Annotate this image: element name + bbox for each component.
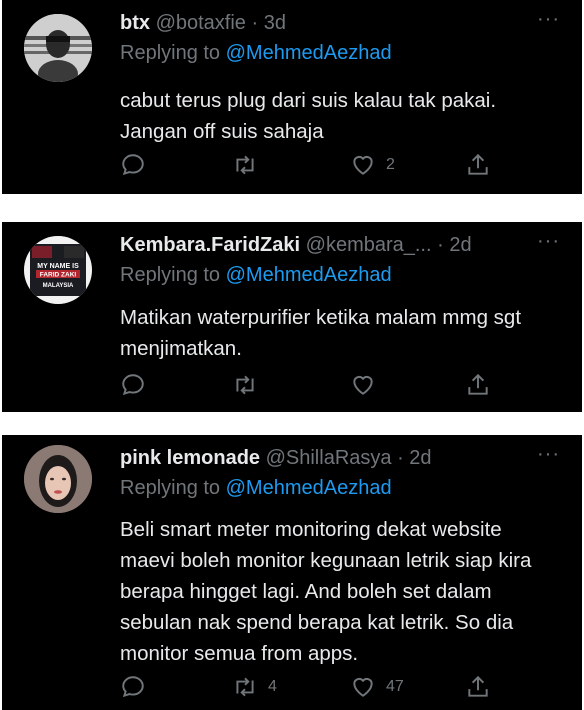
display-name[interactable]: Kembara.FaridZaki xyxy=(120,234,300,256)
tweet-card[interactable]: MY NAME IS FARID ZAKI MALAYSIA Kembara.F… xyxy=(2,222,582,412)
reply-context: Replying to @MehmedAezhad xyxy=(120,40,392,66)
tweet-header: Kembara.FaridZaki @kembara_... · 2d xyxy=(120,232,574,258)
timestamp[interactable]: · 2d xyxy=(437,234,471,256)
share-button[interactable] xyxy=(465,674,491,700)
reply-context: Replying to @MehmedAezhad xyxy=(120,262,392,288)
display-name[interactable]: pink lemonade xyxy=(120,447,260,469)
reply-prefix: Replying to xyxy=(120,264,226,286)
share-button[interactable] xyxy=(465,152,491,178)
reply-prefix: Replying to xyxy=(120,477,226,499)
reply-button[interactable] xyxy=(120,152,156,178)
tweet-actions xyxy=(120,372,562,402)
retweet-count: 4 xyxy=(268,678,277,695)
share-icon xyxy=(468,153,488,175)
like-icon xyxy=(353,155,373,175)
retweet-button[interactable]: 4 xyxy=(232,674,277,700)
tweet-card[interactable]: btx @botaxfie · 3d ··· Replying to @Mehm… xyxy=(2,0,582,194)
handle[interactable]: @kembara_... xyxy=(306,234,432,256)
avatar-text: FARID ZAKI xyxy=(40,272,77,279)
timestamp[interactable]: · 2d xyxy=(397,447,431,469)
reply-icon xyxy=(122,374,144,396)
avatar-text: MALAYSIA xyxy=(43,283,74,289)
retweet-icon xyxy=(236,677,254,697)
retweet-icon xyxy=(236,155,254,175)
share-icon xyxy=(468,675,488,697)
reply-mention[interactable]: @MehmedAezhad xyxy=(226,264,392,286)
more-icon[interactable]: ··· xyxy=(537,8,560,31)
share-button[interactable] xyxy=(465,372,491,398)
retweet-button[interactable] xyxy=(232,372,268,398)
tweet-card[interactable]: pink lemonade @ShillaRasya · 2d ··· Repl… xyxy=(2,435,582,710)
tweet-actions: 2 xyxy=(120,152,562,182)
tweet-actions: 4 47 xyxy=(120,674,562,704)
like-icon xyxy=(353,375,373,395)
more-icon[interactable]: ··· xyxy=(537,230,560,253)
timestamp[interactable]: · 3d xyxy=(251,12,285,34)
avatar-text: MY NAME IS xyxy=(37,263,79,270)
reply-prefix: Replying to xyxy=(120,42,226,64)
tweet-text: Matikan waterpurifier ketika malam mmg s… xyxy=(120,306,522,360)
more-icon[interactable]: ··· xyxy=(537,443,560,466)
handle[interactable]: @botaxfie xyxy=(156,12,246,34)
display-name[interactable]: btx xyxy=(120,12,150,34)
handle[interactable]: @ShillaRasya xyxy=(266,447,392,469)
like-count: 2 xyxy=(386,156,395,173)
like-button[interactable]: 2 xyxy=(350,152,395,178)
like-icon xyxy=(353,677,373,697)
reply-context: Replying to @MehmedAezhad xyxy=(120,475,392,501)
avatar[interactable]: MY NAME IS FARID ZAKI MALAYSIA xyxy=(24,236,92,304)
reply-icon xyxy=(122,154,144,176)
share-icon xyxy=(468,373,488,395)
retweet-button[interactable] xyxy=(232,152,268,178)
avatar[interactable] xyxy=(24,14,92,82)
tweet-header: btx @botaxfie · 3d xyxy=(120,10,574,36)
retweet-icon xyxy=(236,375,254,395)
reply-button[interactable] xyxy=(120,674,156,700)
reply-mention[interactable]: @MehmedAezhad xyxy=(226,477,392,499)
tweet-text: Beli smart meter monitoring dekat websit… xyxy=(120,518,532,665)
tweet-text: cabut terus plug dari suis kalau tak pak… xyxy=(120,89,497,143)
avatar[interactable] xyxy=(24,445,92,513)
reply-mention[interactable]: @MehmedAezhad xyxy=(226,42,392,64)
reply-icon xyxy=(122,676,144,698)
like-button[interactable] xyxy=(350,372,386,398)
tweet-header: pink lemonade @ShillaRasya · 2d xyxy=(120,445,574,471)
like-button[interactable]: 47 xyxy=(350,674,404,700)
reply-button[interactable] xyxy=(120,372,156,398)
like-count: 47 xyxy=(386,678,404,695)
